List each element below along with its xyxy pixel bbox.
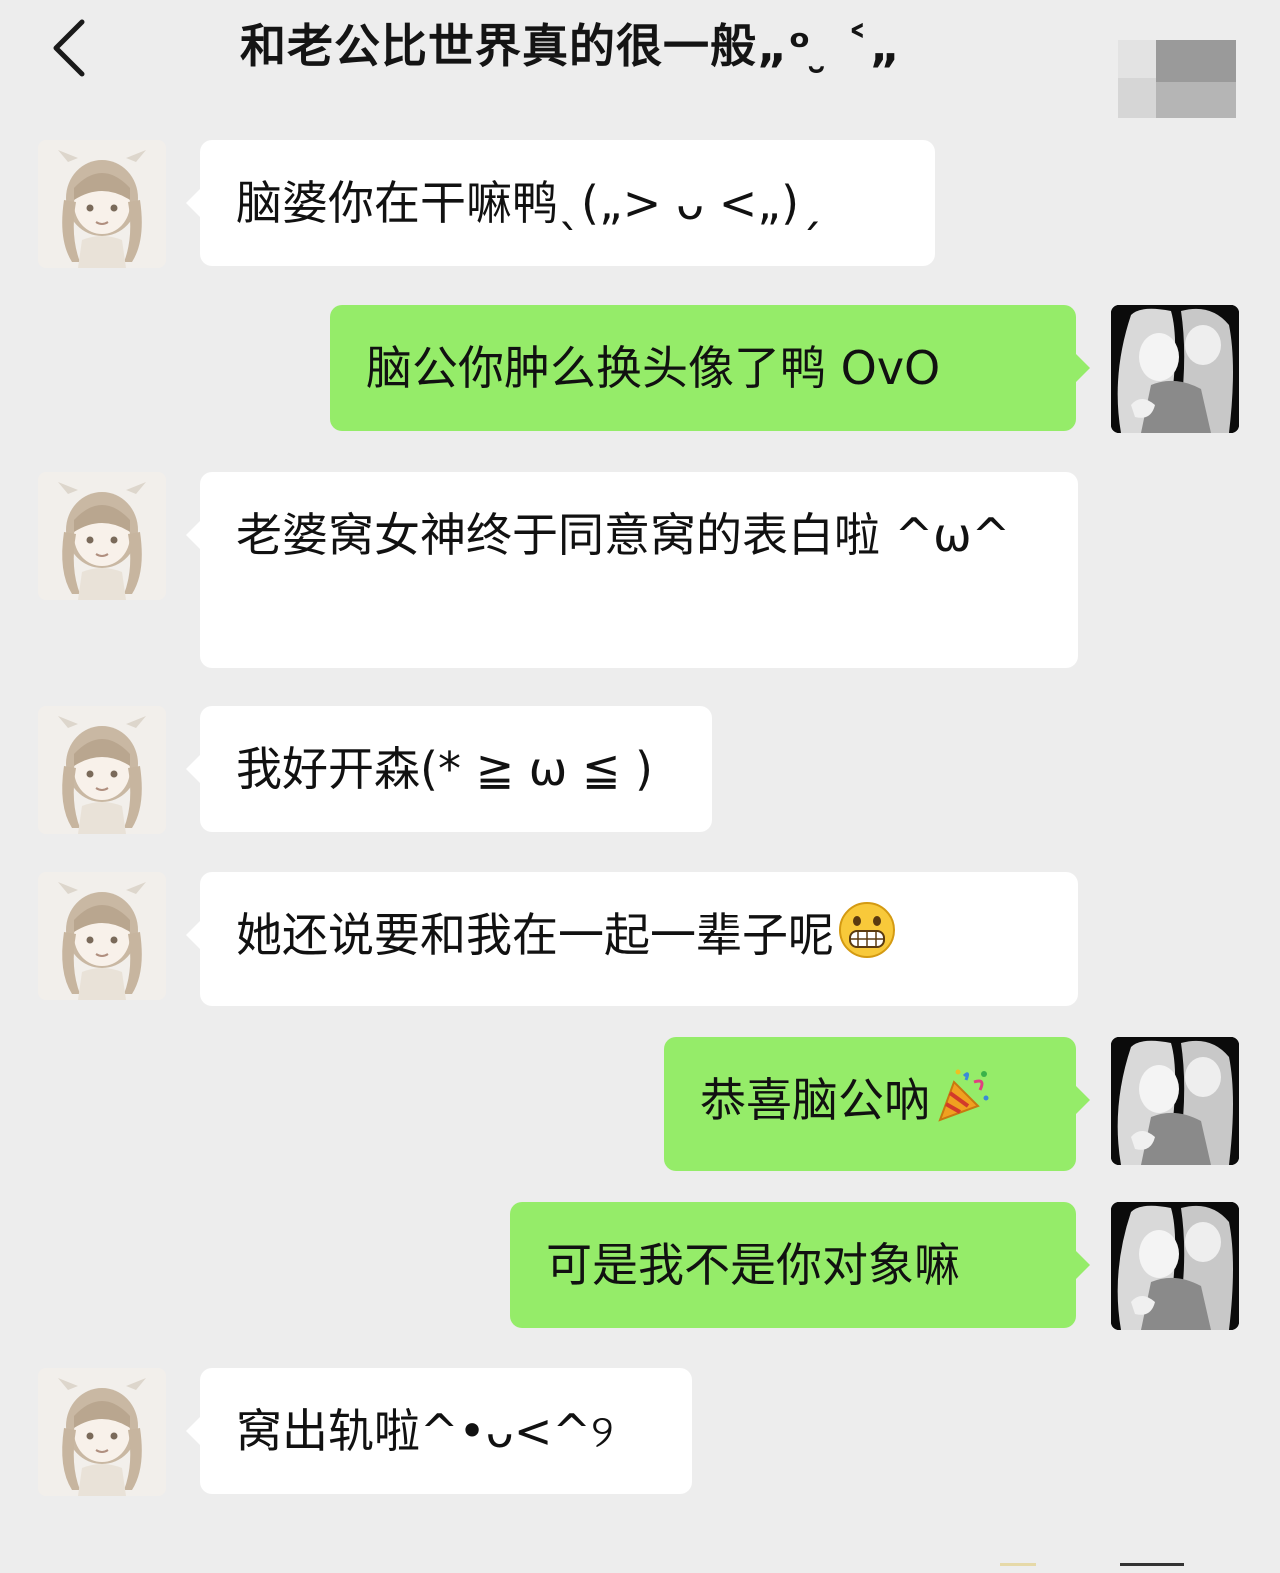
divider	[1000, 1563, 1036, 1566]
user-avatar[interactable]	[1111, 1202, 1239, 1330]
message-text: 我好开森(* ≧ ω ≦ )	[236, 742, 653, 796]
message-text: 老婆窝女神终于同意窝的表白啦 ^ω^	[236, 508, 1011, 562]
party-popper-icon	[934, 1066, 992, 1142]
user-avatar[interactable]	[1111, 305, 1239, 433]
message-bubble-incoming[interactable]: 我好开森(* ≧ ω ≦ )	[186, 706, 712, 832]
contact-avatar[interactable]	[38, 1368, 166, 1496]
contact-avatar[interactable]	[38, 140, 166, 268]
message-bubble-outgoing[interactable]: 恭喜脑公吶	[664, 1037, 1090, 1171]
blurred-menu-icon[interactable]	[1118, 40, 1238, 120]
message-bubble-incoming[interactable]: 她还说要和我在一起一辈子呢	[186, 872, 1078, 1006]
message-row: 老婆窝女神终于同意窝的表白啦 ^ω^	[0, 472, 1280, 668]
message-text: 脑婆你在干嘛鸭ˎ(„> ᴗ <„)ˏ	[236, 176, 823, 230]
message-text: 恭喜脑公吶	[700, 1073, 930, 1127]
divider	[1120, 1563, 1184, 1566]
contact-avatar[interactable]	[38, 706, 166, 834]
message-bubble-incoming[interactable]: 脑婆你在干嘛鸭ˎ(„> ᴗ <„)ˏ	[186, 140, 935, 266]
user-avatar[interactable]	[1111, 1037, 1239, 1165]
message-bubble-incoming[interactable]: 老婆窝女神终于同意窝的表白啦 ^ω^	[186, 472, 1078, 668]
message-row: 脑公你肿么换头像了鸭 OvO	[0, 305, 1280, 433]
message-row: 脑婆你在干嘛鸭ˎ(„> ᴗ <„)ˏ	[0, 140, 1280, 268]
message-row: 可是我不是你对象嘛	[0, 1202, 1280, 1330]
message-text: 她还说要和我在一起一辈子呢	[236, 908, 834, 962]
message-bubble-outgoing[interactable]: 脑公你肿么换头像了鸭 OvO	[330, 305, 1090, 431]
message-text: 可是我不是你对象嘛	[546, 1238, 960, 1292]
message-row: 窝出轨啦^•ᴗ<^୨	[0, 1368, 1280, 1496]
message-bubble-outgoing[interactable]: 可是我不是你对象嘛	[510, 1202, 1090, 1328]
contact-avatar[interactable]	[38, 872, 166, 1000]
message-row: 恭喜脑公吶	[0, 1037, 1280, 1171]
message-bubble-incoming[interactable]: 窝出轨啦^•ᴗ<^୨	[186, 1368, 692, 1494]
message-text: 脑公你肿么换头像了鸭 OvO	[366, 341, 941, 395]
message-text: 窝出轨啦^•ᴗ<^୨	[236, 1404, 614, 1458]
message-row: 她还说要和我在一起一辈子呢	[0, 872, 1280, 1006]
chevron-left-icon[interactable]	[40, 14, 100, 80]
grinning-face-icon	[838, 901, 896, 977]
message-row: 我好开森(* ≧ ω ≦ )	[0, 706, 1280, 834]
chat-title: 和老公比世界真的很一般„ᵒ ̮ ˂„	[240, 19, 901, 73]
chat-header: 和老公比世界真的很一般„ᵒ ̮ ˂„	[0, 0, 1280, 118]
contact-avatar[interactable]	[38, 472, 166, 600]
